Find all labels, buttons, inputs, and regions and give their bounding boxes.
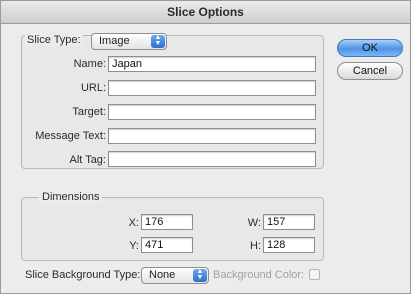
url-field[interactable]: [108, 80, 316, 96]
w-label: W:: [247, 217, 261, 229]
updown-arrows-icon: ▲ ▼: [193, 268, 207, 282]
x-field[interactable]: 176: [141, 214, 193, 230]
slice-type-select[interactable]: Image ▲ ▼: [91, 33, 167, 50]
name-field[interactable]: Japan: [108, 56, 316, 72]
alt-tag-label: Alt Tag:: [69, 154, 107, 166]
target-field[interactable]: [108, 104, 316, 120]
message-text-field[interactable]: [108, 128, 316, 144]
background-color-swatch: [309, 269, 320, 280]
slice-options-dialog: Slice Options Slice Type: Image ▲ ▼ Name:…: [0, 0, 411, 294]
slice-background-type-label: Slice Background Type:: [25, 269, 141, 281]
background-color-label: Background Color:: [213, 269, 305, 281]
y-field[interactable]: 471: [141, 237, 193, 253]
cancel-button[interactable]: Cancel: [337, 62, 403, 80]
target-label: Target:: [72, 106, 106, 118]
h-field[interactable]: 128: [263, 237, 315, 253]
ok-button[interactable]: OK: [337, 39, 403, 57]
message-text-label: Message Text:: [35, 130, 106, 142]
title-bar[interactable]: Slice Options: [1, 1, 410, 24]
window-title: Slice Options: [167, 5, 244, 19]
y-label: Y:: [129, 240, 139, 252]
x-label: X:: [128, 217, 139, 229]
w-field[interactable]: 157: [263, 214, 315, 230]
name-label: Name:: [73, 58, 106, 70]
h-label: H:: [250, 240, 261, 252]
dimensions-label: Dimensions: [39, 191, 103, 203]
slice-background-type-select[interactable]: None ▲ ▼: [141, 267, 209, 284]
slice-type-label: Slice Type:: [25, 34, 83, 46]
updown-arrows-icon: ▲ ▼: [151, 34, 165, 48]
url-label: URL:: [80, 82, 106, 94]
slice-background-type-value: None: [149, 269, 176, 281]
alt-tag-field[interactable]: [108, 151, 316, 167]
slice-type-value: Image: [99, 35, 130, 47]
